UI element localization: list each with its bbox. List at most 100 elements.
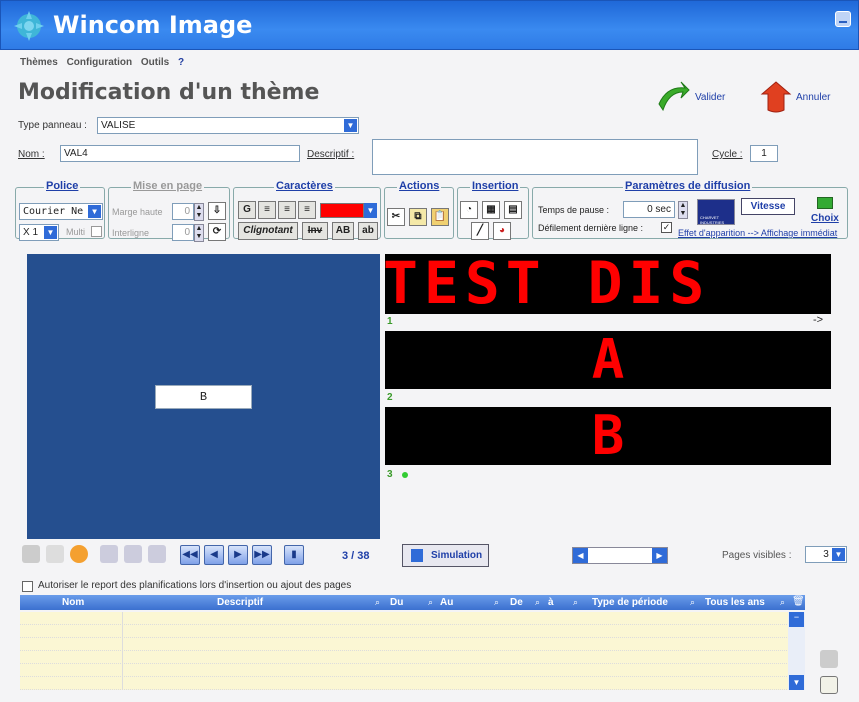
lowercase-button[interactable]: ab xyxy=(358,222,378,240)
save-page-icon[interactable] xyxy=(148,545,166,563)
insert-page-icon[interactable] xyxy=(100,545,118,563)
scroll-arrow: -> xyxy=(813,314,824,326)
col-descriptif[interactable]: Descriptif xyxy=(217,597,263,608)
cycle-input[interactable]: 1 xyxy=(750,145,778,162)
uppercase-button[interactable]: AB xyxy=(332,222,354,240)
search-icon[interactable]: ⌕ xyxy=(494,597,499,608)
next-page-button[interactable]: ▶ xyxy=(228,545,248,565)
edit-page-icon[interactable] xyxy=(46,545,64,563)
search-icon[interactable]: ⌕ xyxy=(573,597,578,608)
search-icon[interactable]: ⌕ xyxy=(375,597,380,608)
print-icon[interactable] xyxy=(820,650,838,668)
vitesse-button[interactable]: Vitesse xyxy=(741,198,795,215)
editor-text-input[interactable]: B xyxy=(155,385,252,409)
menu-help[interactable]: ? xyxy=(178,57,184,68)
scroll-right-icon[interactable]: ▶ xyxy=(652,548,667,563)
effet-link[interactable]: Effet d'apparition --> Affichage immédia… xyxy=(678,228,837,238)
scroll-top-icon[interactable]: − xyxy=(789,612,804,627)
table-row[interactable] xyxy=(20,664,805,677)
col-au[interactable]: Au xyxy=(440,597,453,608)
page-scrollbar[interactable]: ◀ ▶ xyxy=(572,547,668,564)
simulation-button[interactable]: Simulation xyxy=(402,544,489,567)
multi-checkbox[interactable] xyxy=(91,226,102,237)
marge-spinner[interactable]: ▲ ▼ xyxy=(194,203,204,221)
pages-visibles-value: 3 xyxy=(823,549,829,560)
led-line-1[interactable]: TEST DIS xyxy=(385,254,831,314)
actions-group: Actions ✂ ⧉ 📋 xyxy=(384,180,454,239)
font-select[interactable]: Courier Ne ▼ xyxy=(19,203,103,220)
thermometer-icon[interactable]: ╱ xyxy=(471,222,489,240)
paste-icon[interactable]: 📋 xyxy=(431,208,449,226)
report-checkbox[interactable] xyxy=(22,581,33,592)
interligne-input[interactable]: 0 xyxy=(172,224,194,241)
align-center-icon[interactable]: ≡ xyxy=(278,201,296,219)
table-row[interactable] xyxy=(20,651,805,664)
table-row[interactable] xyxy=(20,625,805,638)
table-row[interactable] xyxy=(20,638,805,651)
search-icon[interactable]: ⌕ xyxy=(690,597,695,608)
col-de[interactable]: De xyxy=(510,597,523,608)
descriptif-input[interactable] xyxy=(372,139,698,175)
refresh-icon[interactable]: ⟳ xyxy=(208,223,226,241)
search-icon[interactable]: ⌕ xyxy=(535,597,540,608)
menu-themes[interactable]: Thèmes xyxy=(20,57,58,68)
scroll-left-icon[interactable]: ◀ xyxy=(573,548,588,563)
add-page-icon[interactable] xyxy=(22,545,40,563)
chevron-down-icon: ▼ xyxy=(88,205,101,218)
blink-button[interactable]: Clignotant xyxy=(238,222,298,240)
page-options-button[interactable]: ▮ xyxy=(284,545,304,565)
diffusion-group: Paramètres de diffusion Temps de pause :… xyxy=(532,180,848,239)
nom-input[interactable]: VAL4 xyxy=(60,145,300,162)
delete-page-icon[interactable] xyxy=(70,545,88,563)
col-du[interactable]: Du xyxy=(390,597,403,608)
led-line-2[interactable]: A xyxy=(385,331,831,389)
chart-icon[interactable]: ◕ xyxy=(493,222,511,240)
menu-outils[interactable]: Outils xyxy=(141,57,169,68)
interligne-label: Interligne xyxy=(112,228,150,238)
prev-page-button[interactable]: ◀ xyxy=(204,545,224,565)
chevron-down-icon[interactable]: ▼ xyxy=(364,203,377,218)
cut-icon[interactable]: ✂ xyxy=(387,208,405,226)
grid-icon[interactable]: ▤ xyxy=(504,201,522,219)
last-page-button[interactable]: ▶▶ xyxy=(252,545,272,565)
menu-configuration[interactable]: Configuration xyxy=(67,57,133,68)
font-size-select[interactable]: X 1 ▼ xyxy=(19,224,59,241)
cancel-button[interactable]: Annuler xyxy=(758,80,848,116)
col-type-periode[interactable]: Type de période xyxy=(592,597,668,608)
clock-icon[interactable]: ◔ xyxy=(460,201,478,219)
pause-spinner[interactable]: ▲ ▼ xyxy=(678,201,688,219)
align-right-icon[interactable]: ≡ xyxy=(298,201,316,219)
align-left-icon[interactable]: ≡ xyxy=(258,201,276,219)
calendar-icon[interactable]: ▦ xyxy=(482,201,500,219)
search-icon[interactable]: ⌕ xyxy=(780,597,785,608)
col-a[interactable]: à xyxy=(548,597,554,608)
col-tous-les-ans[interactable]: Tous les ans xyxy=(705,597,765,608)
inverse-button[interactable]: Inv xyxy=(302,222,328,240)
minimize-button[interactable] xyxy=(835,11,851,27)
charvet-logo[interactable]: CHARVET INDUSTRIES xyxy=(697,199,735,225)
copy-icon[interactable]: ⧉ xyxy=(409,208,427,226)
film-icon xyxy=(411,549,423,562)
pause-input[interactable]: 0 sec xyxy=(623,201,675,218)
choix-button[interactable]: Choix xyxy=(807,196,845,228)
delete-icon[interactable]: 🗑 xyxy=(792,596,805,607)
search-icon[interactable]: ⌕ xyxy=(428,597,433,608)
defilement-checkbox[interactable]: ✓ xyxy=(661,222,672,233)
validate-button[interactable]: Valider xyxy=(655,80,735,116)
first-page-button[interactable]: ◀◀ xyxy=(180,545,200,565)
table-scrollbar[interactable]: − ▼ xyxy=(788,612,805,690)
col-nom[interactable]: Nom xyxy=(62,597,84,608)
move-page-icon[interactable] xyxy=(124,545,142,563)
export-icon[interactable] xyxy=(820,676,838,694)
color-swatch[interactable] xyxy=(320,203,364,218)
scroll-down-icon[interactable]: ▼ xyxy=(789,675,804,690)
pages-visibles-select[interactable]: 3 ▼ xyxy=(805,546,847,563)
led-line-3[interactable]: B xyxy=(385,407,831,465)
table-row[interactable] xyxy=(20,677,805,690)
down-arrow-icon[interactable]: ⇩ xyxy=(208,202,226,220)
marge-input[interactable]: 0 xyxy=(172,203,194,220)
bold-button[interactable]: G xyxy=(238,201,256,219)
interligne-spinner[interactable]: ▲ ▼ xyxy=(194,224,204,242)
table-row[interactable] xyxy=(20,612,805,625)
type-panneau-select[interactable]: VALISE ▼ xyxy=(97,117,359,134)
